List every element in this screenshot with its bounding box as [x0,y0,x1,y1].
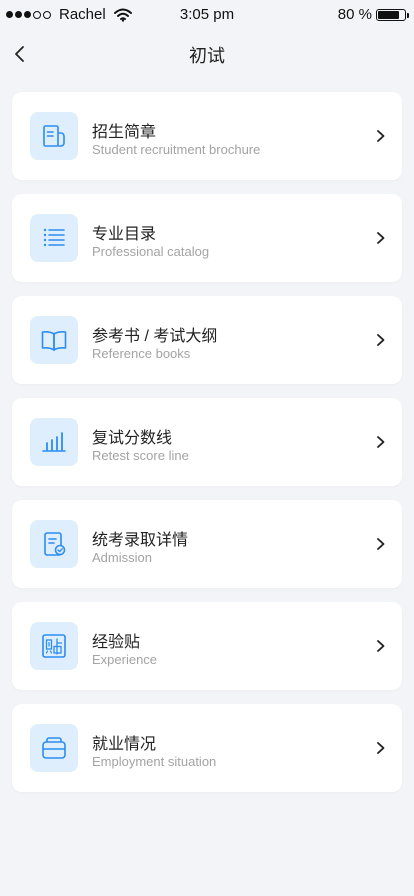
list-item-employment[interactable]: 就业情况 Employment situation [12,704,402,792]
item-title: 专业目录 [92,226,157,243]
battery-icon [376,8,409,21]
battery-percentage: 80 % [337,6,372,23]
item-subtitle: Employment situation [92,754,217,769]
item-subtitle: Retest score line [92,448,189,463]
chevron-right-icon [377,436,385,448]
chevron-right-icon [377,232,385,244]
list-item-experience[interactable]: 经验贴 Experience [12,602,402,690]
item-subtitle: Professional catalog [92,244,210,259]
brochure-icon [30,112,78,160]
chevron-right-icon [377,130,385,142]
chevron-right-icon [377,742,385,754]
item-subtitle: Reference books [92,346,191,361]
item-title: 经验贴 [92,634,141,651]
status-bar: Rachel 3:05 pm 80 % [0,0,414,30]
list-item-admission[interactable]: 统考录取详情 Admission [12,500,402,588]
briefcase-icon [30,724,78,772]
navigation-bar: 初试 [0,30,414,78]
list-item-catalog[interactable]: 专业目录 Professional catalog [12,194,402,282]
status-right: 80 % [337,6,409,23]
item-subtitle: Experience [92,652,158,667]
chevron-right-icon [377,334,385,346]
menu-list: 招生简章 Student recruitment brochure 专业目录 P… [12,92,402,806]
item-subtitle: Admission [92,550,152,565]
list-item-reference-books[interactable]: 参考书 / 考试大纲 Reference books [12,296,402,384]
item-subtitle: Student recruitment brochure [92,142,261,157]
chevron-right-icon [377,538,385,550]
book-icon [30,316,78,364]
item-title: 复试分数线 [92,430,173,447]
item-title: 参考书 / 考试大纲 [92,328,218,345]
item-title: 招生简章 [92,124,157,141]
chevron-right-icon [377,640,385,652]
document-check-icon [30,520,78,568]
item-title: 就业情况 [92,736,157,753]
list-icon [30,214,78,262]
list-item-brochure[interactable]: 招生简章 Student recruitment brochure [12,92,402,180]
bar-chart-icon [30,418,78,466]
item-title: 统考录取详情 [92,532,189,549]
list-item-retest-score[interactable]: 复试分数线 Retest score line [12,398,402,486]
post-icon [30,622,78,670]
page-title: 初试 [189,46,225,66]
